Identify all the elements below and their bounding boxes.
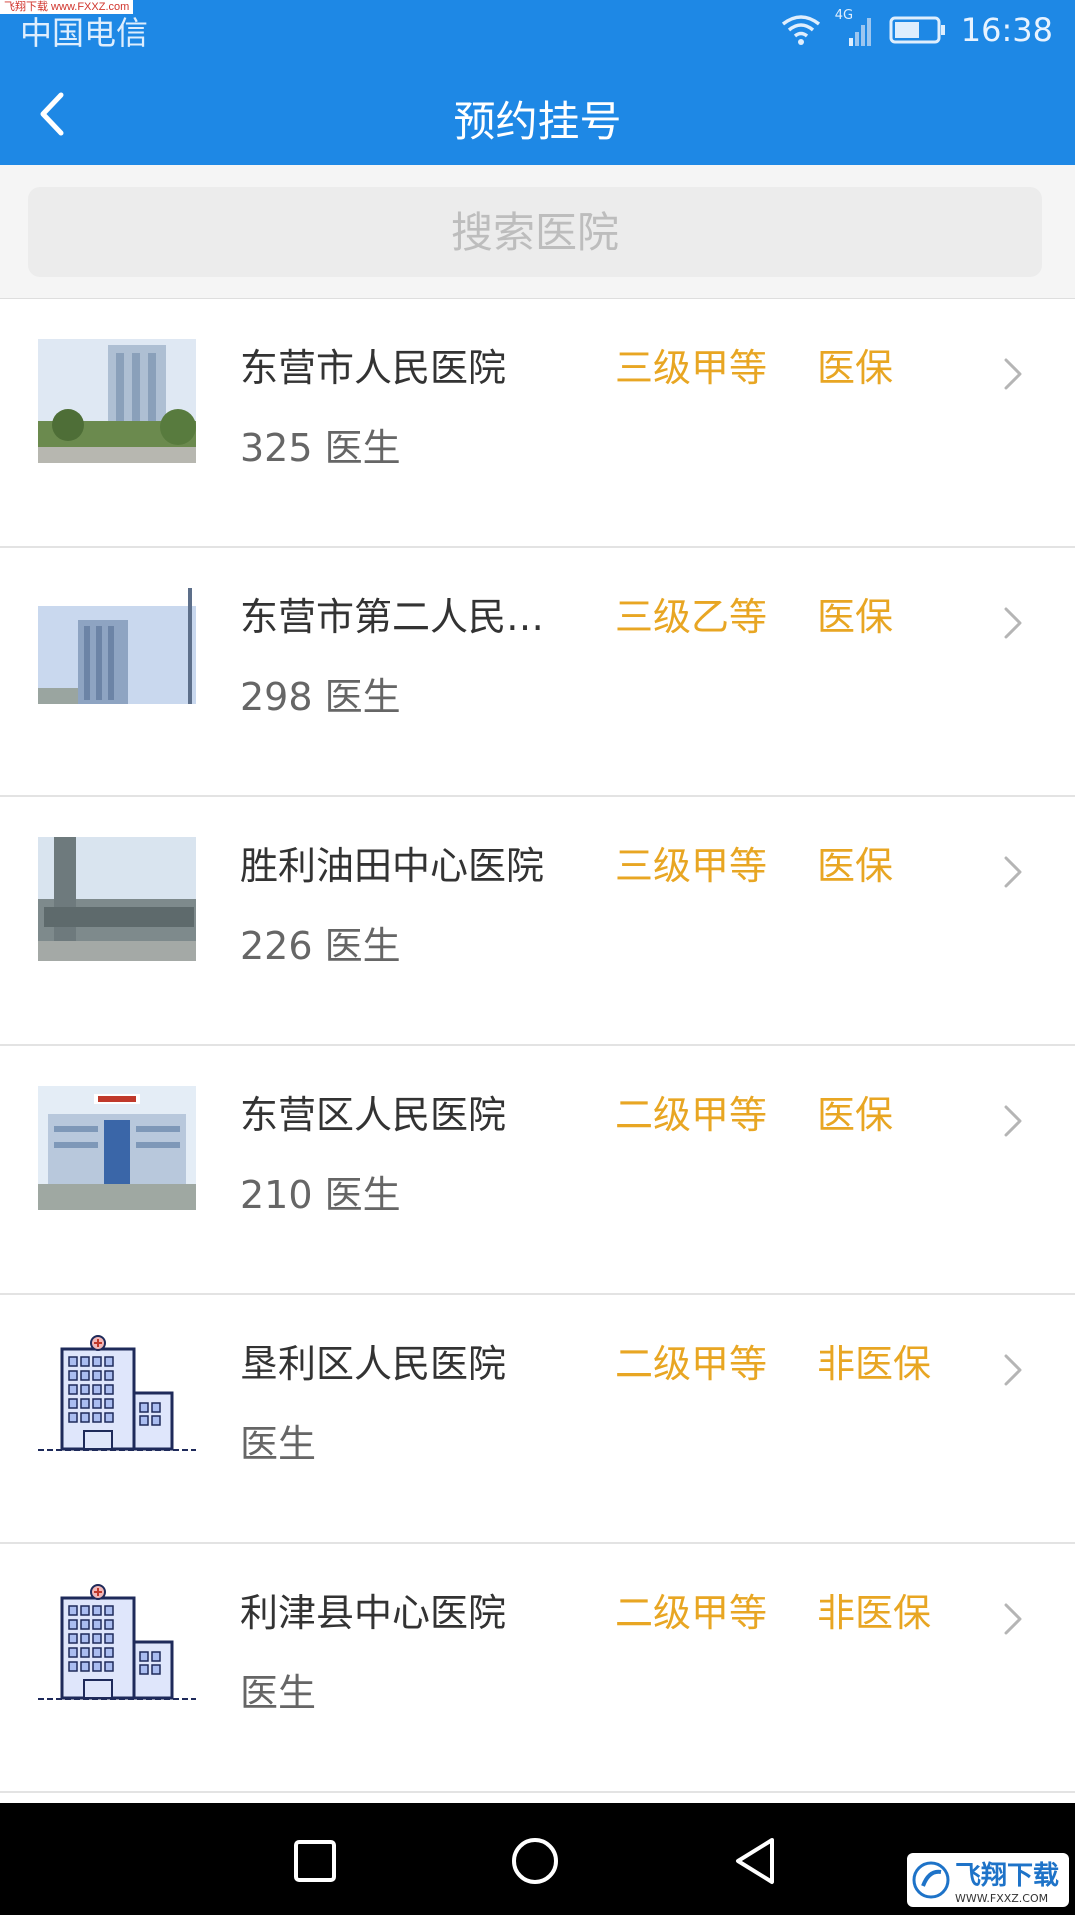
page-title: 预约挂号: [453, 97, 622, 146]
circle-icon: [512, 1838, 558, 1884]
hospital-row[interactable]: 利津县中心医院 医生 二级甲等 非医保: [0, 1544, 1075, 1793]
hospital-level: 二级甲等: [615, 1093, 768, 1137]
hospital-name: 胜利油田中心医院: [240, 844, 545, 888]
hospital-row[interactable]: 胜利油田中心医院 226 医生 三级甲等 医保: [0, 797, 1075, 1046]
hospital-name: 利津县中心医院: [240, 1591, 507, 1635]
hospital-level: 二级甲等: [615, 1591, 768, 1635]
system-back-button[interactable]: [725, 1831, 785, 1891]
hospital-photo: [38, 1086, 196, 1210]
chevron-right-icon: [1000, 1599, 1026, 1639]
navigation-bar: 飞翔下载 WWW.FXXZ.COM: [0, 1803, 1075, 1915]
logo-brand: 飞翔下载: [955, 1861, 1060, 1891]
doctor-count: 298 医生: [240, 675, 401, 719]
doctor-count: 医生: [240, 1671, 317, 1715]
search-input[interactable]: [28, 186, 1042, 278]
logo-url: WWW.FXXZ.COM: [955, 1892, 1049, 1905]
clock: 16:38: [960, 11, 1053, 49]
insurance-status: 非医保: [817, 1591, 932, 1635]
app-bar: 预约挂号: [0, 60, 1075, 165]
carrier-name: 中国电信: [20, 14, 149, 52]
hospital-row[interactable]: 东营市人民医院 325 医生 三级甲等 医保: [0, 299, 1075, 548]
hospital-name: 东营区人民医院: [240, 1093, 507, 1137]
hospital-row[interactable]: 东营区人民医院 210 医生 二级甲等 医保: [0, 1046, 1075, 1295]
hospital-photo: [38, 339, 196, 463]
insurance-status: 医保: [817, 844, 894, 888]
hospital-name: 东营市人民医院: [240, 346, 507, 390]
status-bar: 中国电信 4G 16:38: [0, 0, 1075, 60]
search-bar: [0, 165, 1075, 299]
doctor-count: 医生: [240, 1422, 317, 1466]
hospital-level: 二级甲等: [615, 1342, 768, 1386]
logo-icon: [912, 1861, 950, 1899]
triangle-back-icon: [736, 1838, 774, 1884]
recent-apps-button[interactable]: [285, 1831, 345, 1891]
chevron-right-icon: [1000, 354, 1026, 394]
insurance-status: 医保: [817, 595, 894, 639]
hospital-level: 三级乙等: [615, 595, 768, 639]
chevron-right-icon: [1000, 1101, 1026, 1141]
chevron-right-icon: [1000, 603, 1026, 643]
status-icons: 4G 16:38: [781, 8, 1053, 52]
insurance-status: 医保: [817, 1093, 894, 1137]
hospital-photo: [38, 837, 196, 961]
hospital-building-icon: [38, 1584, 196, 1710]
hospital-row[interactable]: 东营市第二人民… 298 医生 三级乙等 医保: [0, 548, 1075, 797]
square-icon: [294, 1840, 336, 1882]
hospital-photo: [38, 588, 196, 712]
hospital-name: 东营市第二人民…: [240, 595, 545, 639]
hospital-level: 三级甲等: [615, 844, 768, 888]
watermark-text: 飞翔下载 www.FXXZ.com: [0, 0, 134, 14]
wifi-icon: [781, 15, 820, 45]
doctor-count: 325 医生: [240, 426, 401, 470]
hospital-building-icon: [38, 1335, 196, 1461]
chevron-right-icon: [1000, 1350, 1026, 1390]
hospital-row[interactable]: 垦利区人民医院 医生 二级甲等 非医保: [0, 1295, 1075, 1544]
battery-icon: [889, 16, 945, 44]
hospital-level: 三级甲等: [615, 346, 768, 390]
hospital-list: 东营市人民医院 325 医生 三级甲等 医保 东营市第二人民… 298 医生 三级乙等 医保胜…: [0, 299, 1075, 1793]
home-button[interactable]: [505, 1831, 565, 1891]
insurance-status: 非医保: [817, 1342, 932, 1386]
insurance-status: 医保: [817, 346, 894, 390]
search-box[interactable]: [28, 186, 1042, 278]
hospital-name: 垦利区人民医院: [240, 1342, 507, 1386]
doctor-count: 226 医生: [240, 924, 401, 968]
signal-icon: 4G: [835, 8, 875, 48]
watermark-logo: 飞翔下载 WWW.FXXZ.COM: [907, 1853, 1069, 1907]
chevron-right-icon: [1000, 852, 1026, 892]
doctor-count: 210 医生: [240, 1173, 401, 1217]
